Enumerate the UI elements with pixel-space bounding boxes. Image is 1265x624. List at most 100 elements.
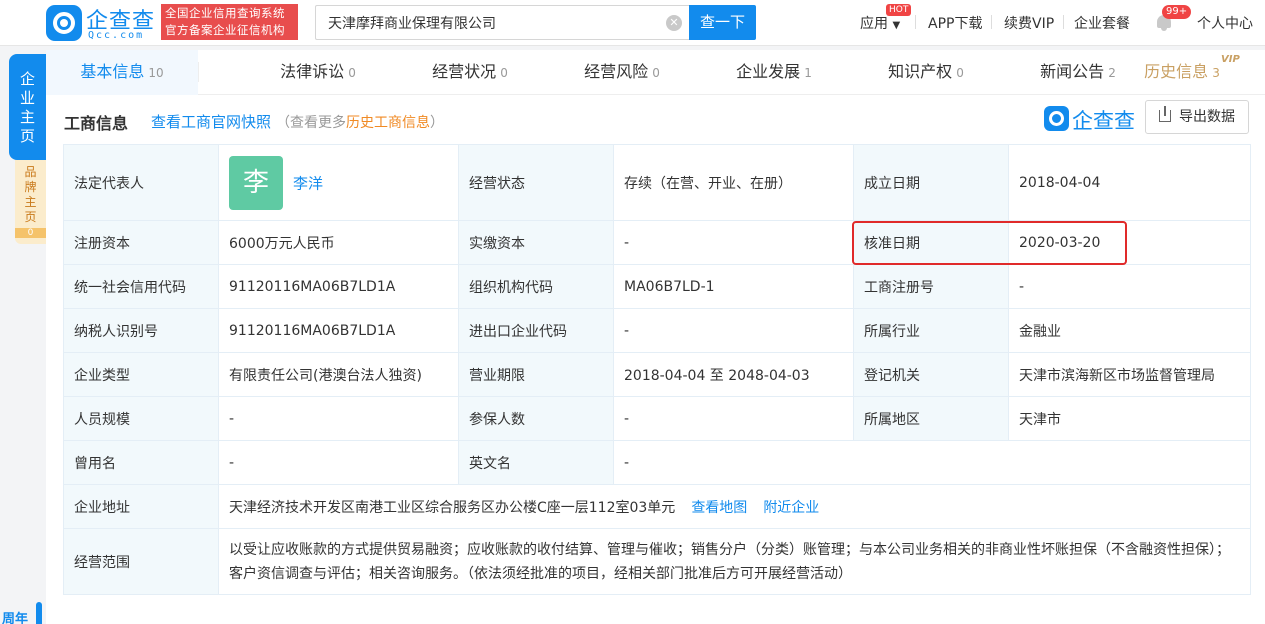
- search-button[interactable]: 查一下: [689, 5, 756, 40]
- download-icon: [1159, 106, 1171, 122]
- address-cell: 天津经济技术开发区南港工业区综合服务区办公楼C座一层112室03单元 查看地图 附近…: [218, 484, 1251, 529]
- industry-value: 金融业: [1008, 308, 1251, 353]
- business-scope-label: 经营范围: [63, 528, 219, 595]
- nav-renew-vip[interactable]: 续费VIP: [1004, 13, 1054, 33]
- english-name-label: 英文名: [458, 440, 614, 485]
- insured-count-value: -: [613, 396, 854, 441]
- address-value: 天津经济技术开发区南港工业区综合服务区办公楼C座一层112室03单元: [229, 499, 676, 516]
- table-row: 企业地址 天津经济技术开发区南港工业区综合服务区办公楼C座一层112室03单元查…: [63, 484, 1251, 529]
- hot-badge: HOT: [886, 4, 912, 16]
- table-row: 经营范围 以受让应收账款的方式提供贸易融资；应收账款的收付结算、管理与催收；销售…: [63, 528, 1251, 595]
- anniversary-bar: [36, 602, 42, 624]
- tab-divider: [198, 62, 199, 82]
- former-name-value: -: [218, 440, 459, 485]
- company-type-label: 企业类型: [63, 352, 219, 397]
- cert-line-1: 全国企业信用查询系统: [165, 6, 285, 20]
- reg-no-label: 工商注册号: [853, 264, 1009, 309]
- region-label: 所属地区: [853, 396, 1009, 441]
- dropdown-caret-icon: ▼: [892, 20, 901, 31]
- nav-divider: [1063, 15, 1064, 29]
- main-panel: 基本信息 10 法律诉讼 0 经营状况 0 经营风险 0 企业发展 1 知识产权 0 新闻公…: [46, 50, 1265, 624]
- business-term-label: 营业期限: [458, 352, 614, 397]
- status-label: 经营状态: [458, 144, 614, 221]
- tab-development[interactable]: 企业发展 1: [698, 50, 850, 95]
- anniversary-tab[interactable]: 周年: [0, 600, 44, 624]
- history-info-link[interactable]: 历史工商信息: [346, 115, 430, 131]
- former-name-label: 曾用名: [63, 440, 219, 485]
- table-row: 注册资本 6000万元人民币 实缴资本 - 核准日期 2020-03-20: [63, 220, 1251, 265]
- credit-code-label: 统一社会信用代码: [63, 264, 219, 309]
- company-type-value: 有限责任公司(港澳台法人独资): [218, 352, 459, 397]
- qcc-logo[interactable]: 企查查 Qcc.com: [46, 3, 156, 43]
- import-export-label: 进出口企业代码: [458, 308, 614, 353]
- authority-label: 登记机关: [853, 352, 1009, 397]
- table-row: 曾用名 - 英文名 -: [63, 440, 1251, 485]
- staff-size-label: 人员规模: [63, 396, 219, 441]
- paid-capital-label: 实缴资本: [458, 220, 614, 265]
- vip-tag: VIP: [1221, 54, 1240, 65]
- table-row: 纳税人识别号 91120116MA06B7LD1A 进出口企业代码 - 所属行业…: [63, 308, 1251, 353]
- english-name-value: -: [613, 440, 1251, 485]
- more-history-hint: （查看更多历史工商信息）: [276, 115, 444, 131]
- nav-app-download[interactable]: APP下载: [928, 13, 982, 33]
- certification-banner: 全国企业信用查询系统 官方备案企业征信机构: [161, 4, 298, 40]
- import-export-value: -: [613, 308, 854, 353]
- insured-count-label: 参保人数: [458, 396, 614, 441]
- nav-apply[interactable]: 应用 ▼: [860, 13, 900, 33]
- legal-rep-label: 法定代表人: [63, 144, 219, 221]
- tab-basic-info[interactable]: 基本信息 10: [46, 50, 198, 95]
- clear-search-icon[interactable]: ✕: [666, 15, 682, 31]
- table-row: 统一社会信用代码 91120116MA06B7LD1A 组织机构代码 MA06B…: [63, 264, 1251, 309]
- cert-line-2: 官方备案企业征信机构: [165, 23, 285, 37]
- qcc-logo-icon: [46, 5, 82, 41]
- brand-count: 0: [15, 228, 46, 238]
- legal-rep-link[interactable]: 李洋: [293, 174, 323, 192]
- logo-sub: Qcc.com: [88, 30, 145, 41]
- business-info-table: 法定代表人 李李洋 经营状态 存续（在营、开业、在册） 成立日期 2018-04…: [63, 144, 1251, 595]
- official-snapshot-link[interactable]: 查看工商官网快照: [151, 111, 271, 132]
- org-code-label: 组织机构代码: [458, 264, 614, 309]
- approved-date-label: 核准日期: [853, 220, 1009, 265]
- nav-enterprise-package[interactable]: 企业套餐: [1074, 13, 1130, 33]
- tab-litigation[interactable]: 法律诉讼 0: [242, 50, 394, 95]
- search-box: ✕: [315, 5, 690, 40]
- nav-divider: [991, 15, 992, 29]
- side-tab-enterprise-home[interactable]: 企业主页: [9, 54, 46, 160]
- founded-value: 2018-04-04: [1008, 144, 1251, 221]
- reg-no-value: -: [1008, 264, 1251, 309]
- tab-operations[interactable]: 经营状况 0: [394, 50, 546, 95]
- paid-capital-value: -: [613, 220, 854, 265]
- table-row: 人员规模 - 参保人数 - 所属地区 天津市: [63, 396, 1251, 441]
- credit-code-value: 91120116MA06B7LD1A: [218, 264, 459, 309]
- nav-divider: [915, 15, 916, 29]
- table-row: 法定代表人 李李洋 经营状态 存续（在营、开业、在册） 成立日期 2018-04…: [63, 144, 1251, 221]
- qcc-logo-icon: [1044, 106, 1069, 131]
- table-row: 企业类型 有限责任公司(港澳台法人独资) 营业期限 2018-04-04 至 2…: [63, 352, 1251, 397]
- tab-bar: 基本信息 10 法律诉讼 0 经营状况 0 经营风险 0 企业发展 1 知识产权 0 新闻公…: [46, 50, 1265, 95]
- nav-personal-center[interactable]: 个人中心: [1197, 13, 1253, 33]
- approved-date-value: 2020-03-20: [1008, 220, 1251, 265]
- reg-capital-value: 6000万元人民币: [218, 220, 459, 265]
- staff-size-value: -: [218, 396, 459, 441]
- search-input[interactable]: [316, 6, 656, 39]
- avatar: 李: [229, 155, 283, 210]
- tab-ip[interactable]: 知识产权 0: [850, 50, 1002, 95]
- industry-label: 所属行业: [853, 308, 1009, 353]
- region-value: 天津市: [1008, 396, 1251, 441]
- view-map-link[interactable]: 查看地图: [691, 500, 747, 516]
- top-header: 企查查 Qcc.com 全国企业信用查询系统 官方备案企业征信机构 ✕ 查一下 …: [0, 0, 1265, 46]
- reg-capital-label: 注册资本: [63, 220, 219, 265]
- section-title: 工商信息: [64, 114, 129, 133]
- org-code-value: MA06B7LD-1: [613, 264, 854, 309]
- status-value: 存续（在营、开业、在册）: [613, 144, 854, 221]
- notification-count-badge: 99+: [1162, 5, 1192, 19]
- side-tab-brand-home[interactable]: 品牌主页 0: [15, 160, 46, 244]
- tab-risk[interactable]: 经营风险 0: [546, 50, 698, 95]
- business-scope-value: 以受让应收账款的方式提供贸易融资；应收账款的收付结算、管理与催收；销售分户（分类…: [218, 528, 1251, 595]
- taxpayer-value: 91120116MA06B7LD1A: [218, 308, 459, 353]
- taxpayer-label: 纳税人识别号: [63, 308, 219, 353]
- legal-rep-cell: 李李洋: [218, 144, 459, 221]
- export-data-button[interactable]: 导出数据: [1145, 100, 1249, 134]
- business-term-value: 2018-04-04 至 2048-04-03: [613, 352, 854, 397]
- nearby-companies-link[interactable]: 附近企业: [763, 500, 819, 516]
